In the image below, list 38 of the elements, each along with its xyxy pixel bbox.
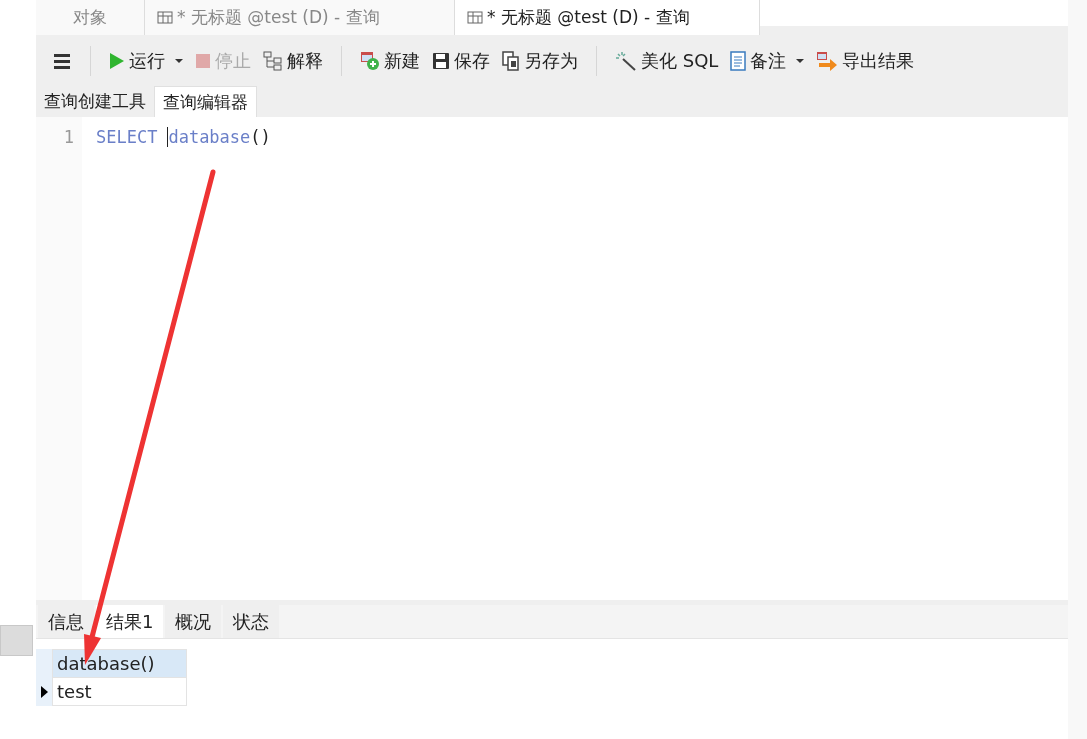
result-tab[interactable]: 信息 xyxy=(38,605,94,638)
column-header[interactable]: database() xyxy=(52,649,187,678)
toolbar-button[interactable]: 导出结果 xyxy=(812,46,919,75)
table-icon xyxy=(467,10,483,25)
play-icon xyxy=(109,51,125,70)
result-tab[interactable]: 概况 xyxy=(165,605,222,638)
export-arrow-icon xyxy=(816,50,839,71)
line-number: 1 xyxy=(62,127,75,147)
toolbar-button[interactable]: 备注 xyxy=(726,46,809,75)
toolbar-button[interactable]: 另存为 xyxy=(498,46,582,75)
editor-mode-tab[interactable]: 查询创建工具 xyxy=(36,86,154,117)
copy-document-icon xyxy=(502,50,520,71)
result-tab[interactable]: 结果1 xyxy=(96,605,164,638)
editor-mode-tab[interactable]: 查询编辑器 xyxy=(154,86,257,117)
toolbar-button[interactable]: 解释 xyxy=(259,46,327,75)
diagram-icon xyxy=(263,50,283,71)
toolbar-button[interactable]: 美化 SQL xyxy=(611,46,723,75)
row-header[interactable] xyxy=(36,678,52,706)
document-tab[interactable]: * 无标题 @test (D) - 查询 xyxy=(455,0,760,35)
code-token: SELECT xyxy=(96,127,158,147)
table-icon xyxy=(157,10,173,25)
document-tab[interactable]: 对象 xyxy=(36,0,145,35)
toolbar-button[interactable]: 新建 xyxy=(356,46,424,75)
toolbar-button[interactable]: 保存 xyxy=(428,46,494,75)
code-token: database xyxy=(167,127,251,147)
caret-icon xyxy=(796,57,805,64)
magic-wand-icon xyxy=(615,50,637,71)
caret-icon xyxy=(175,57,183,64)
table-cell: test xyxy=(52,678,187,706)
toolbar-button[interactable]: 运行 xyxy=(105,46,187,75)
document-icon xyxy=(730,50,747,71)
new-table-icon xyxy=(360,50,380,71)
side-panel-handle[interactable] xyxy=(0,625,33,656)
stop-icon xyxy=(195,52,211,69)
menu-icon xyxy=(52,51,72,70)
grid-corner-cell xyxy=(36,649,52,678)
code-token: () xyxy=(250,127,271,147)
result-tab[interactable]: 状态 xyxy=(223,605,280,638)
